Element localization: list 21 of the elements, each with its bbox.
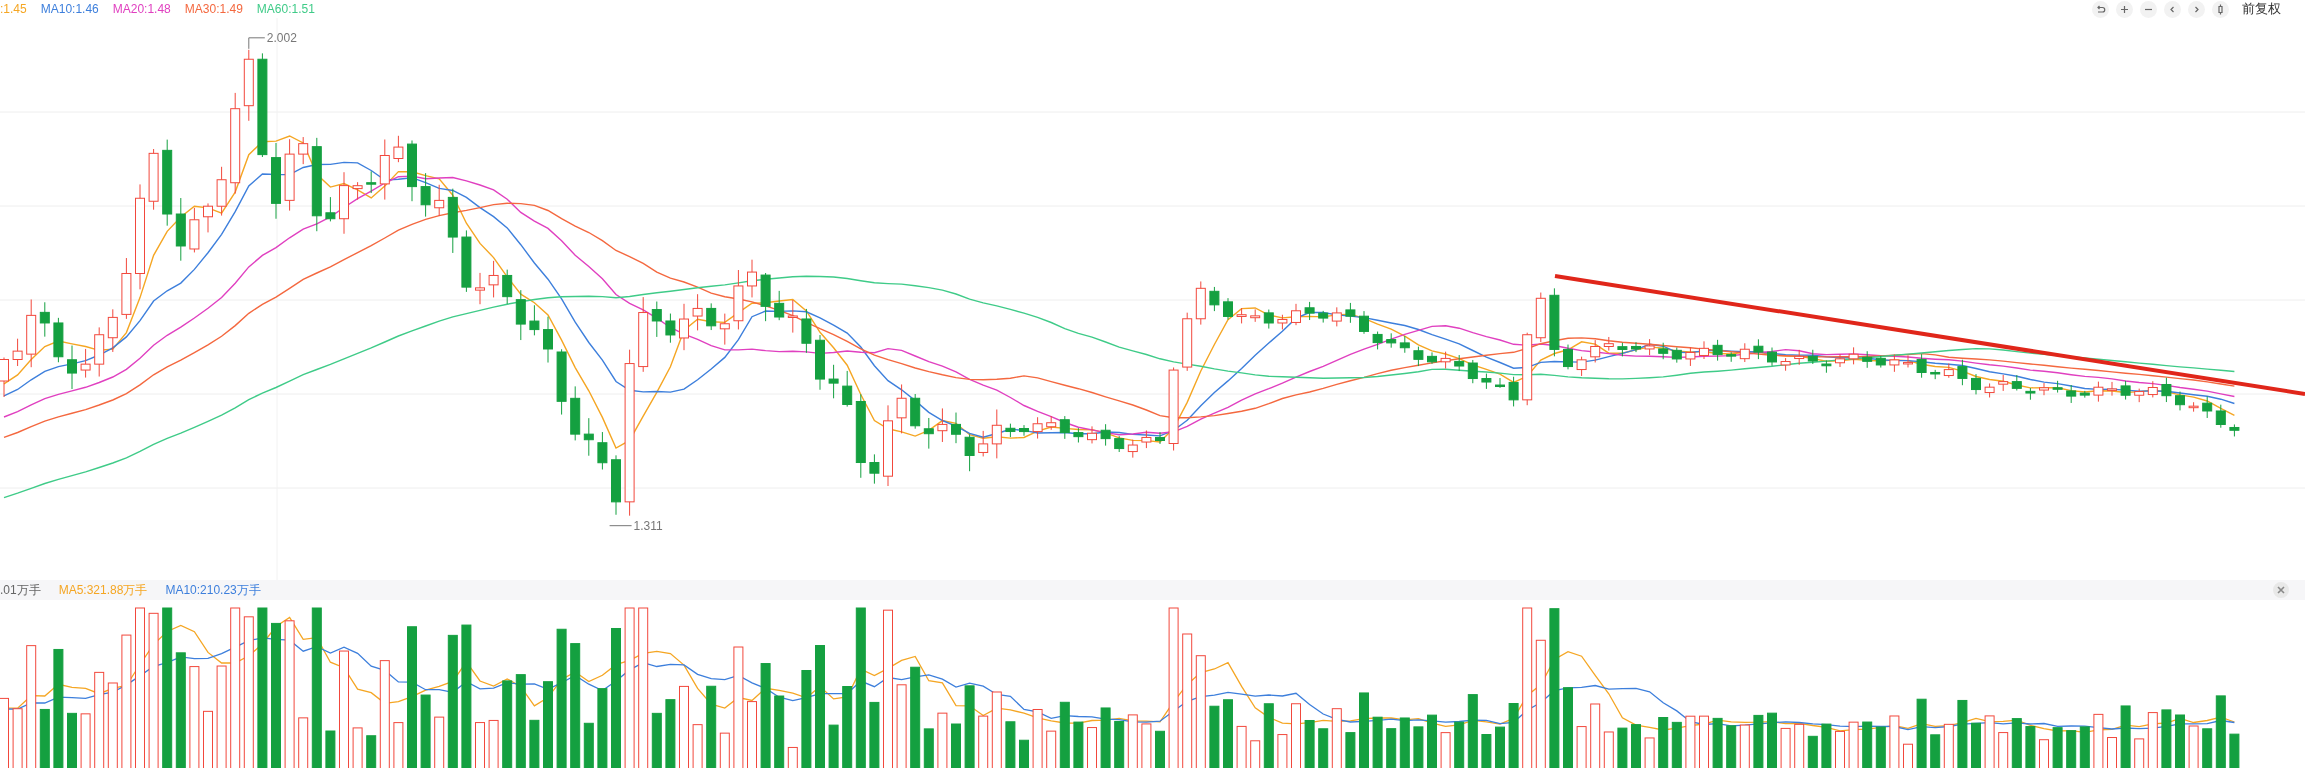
zoom-out-button[interactable] <box>2140 0 2157 18</box>
close-icon <box>2275 584 2287 596</box>
indicator-value: MA10:1.46 <box>40 2 99 16</box>
close-button[interactable] <box>2273 582 2289 598</box>
scroll-left-button[interactable] <box>2164 0 2181 18</box>
indicator-value: .01万手 <box>0 581 41 599</box>
indicator-value: :1.45 <box>0 2 27 16</box>
return-button[interactable] <box>2092 0 2109 18</box>
price-adjust-button[interactable]: 前复权 <box>2236 0 2281 18</box>
indicator-value: MA60:1.51 <box>256 2 315 16</box>
candle-toggle-button[interactable] <box>2212 0 2229 18</box>
leader-line <box>248 37 266 50</box>
indicator-value: MA10:210.23万手 <box>165 581 261 599</box>
indicator-value: MA5:321.88万手 <box>58 581 148 599</box>
scroll-right-button[interactable] <box>2188 0 2205 18</box>
indicator-value: MA20:1.48 <box>112 2 171 16</box>
low-price-label: 1.311 <box>633 518 663 533</box>
zoom-in-button[interactable] <box>2116 0 2133 18</box>
leader-line <box>609 525 633 527</box>
indicator-value: MA30:1.49 <box>184 2 243 16</box>
high-price-label: 2.002 <box>266 30 297 45</box>
